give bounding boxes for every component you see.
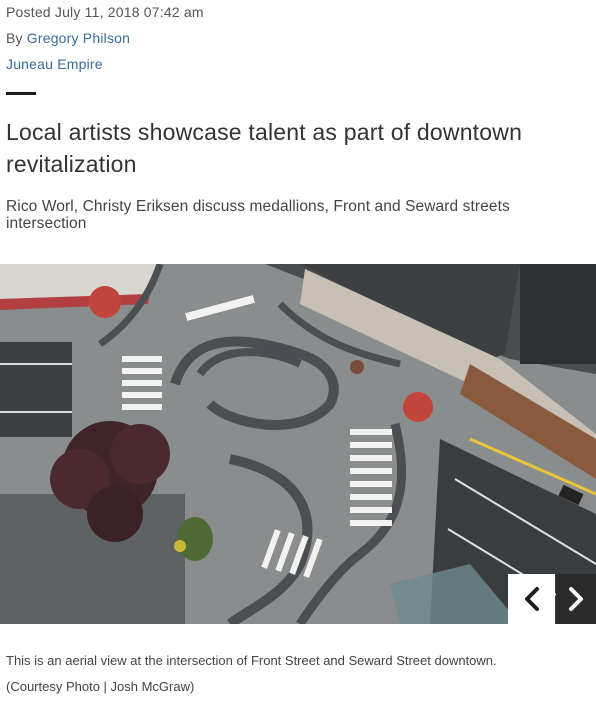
chevron-left-icon [524, 587, 539, 611]
posted-date: Posted July 11, 2018 07:42 am [6, 4, 204, 20]
publication-link[interactable]: Juneau Empire [6, 56, 103, 72]
caption-text: This is an aerial view at the intersecti… [6, 653, 497, 668]
aerial-intersection-photo [0, 264, 596, 624]
article-subhead: Rico Worl, Christy Eriksen discuss medal… [6, 198, 510, 232]
article-photo[interactable] [0, 264, 596, 624]
photo-caption: This is an aerial view at the intersecti… [6, 648, 590, 700]
gallery-prev-button[interactable] [508, 574, 555, 624]
by-label: By [6, 30, 23, 46]
author-link[interactable]: Gregory Philson [27, 30, 130, 46]
chevron-right-icon [569, 587, 583, 611]
divider [6, 92, 36, 95]
byline: By Gregory Philson [6, 30, 130, 46]
photo-credit: (Courtesy Photo | Josh McGraw) [6, 679, 195, 694]
gallery-next-button[interactable] [556, 574, 596, 624]
article-headline: Local artists showcase talent as part of… [6, 119, 523, 177]
